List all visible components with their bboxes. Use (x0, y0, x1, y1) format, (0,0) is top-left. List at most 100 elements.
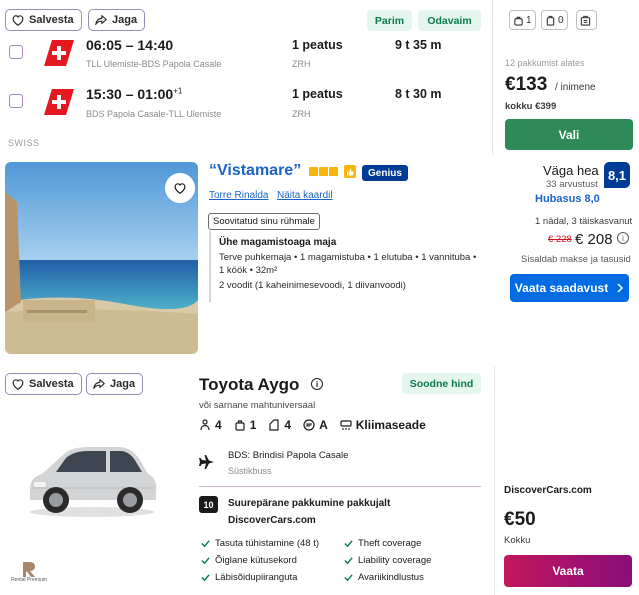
car-category: või sarnane mahtuniversaal (199, 400, 316, 411)
supplier-logo: Rental Premium (5, 561, 53, 591)
flight-price: €133 (505, 74, 548, 95)
feature-item: Tasuta tühistamine (48 t) (201, 538, 319, 549)
spec-seats: 4 (199, 418, 222, 432)
checked-bag-icon (580, 15, 591, 26)
check-icon (201, 574, 210, 582)
feature-item: Õiglane kütusekord (201, 555, 297, 566)
price-per-person: / inimene (555, 82, 596, 93)
leg-times: 06:05 – 14:40 (86, 37, 174, 53)
check-icon (344, 557, 353, 565)
thumbs-up-icon (344, 165, 356, 178)
favorite-button[interactable] (165, 173, 195, 203)
share-button[interactable]: Jaga (86, 373, 144, 395)
share-icon (93, 379, 105, 389)
cheapest-tag: Odavaim (418, 10, 481, 31)
swiss-logo-icon (44, 40, 74, 66)
feature-item: Theft coverage (344, 538, 421, 549)
leg-checkbox[interactable] (9, 45, 23, 59)
save-button[interactable]: Salvesta (5, 9, 82, 31)
feature-item: Läbisõidupiiranguta (201, 572, 297, 583)
room-details: Ühe magamistoaga maja Terve puhkemaja • … (209, 231, 492, 302)
select-flight-button[interactable]: Vali (505, 119, 633, 150)
checked-bag-badge (576, 10, 597, 30)
car-specs: 4 1 4 A Kliimaseade (199, 418, 426, 432)
info-icon[interactable]: i (617, 232, 629, 244)
feature-item: Avariikindlustus (344, 572, 424, 583)
view-deal-button[interactable]: Vaata (504, 555, 632, 587)
room-title: Ühe magamistoaga maja (219, 237, 337, 248)
personal-bag-badge: 1 (509, 10, 536, 30)
car-price: €50 (504, 509, 536, 530)
supplier-name: DiscoverCars.com (228, 515, 316, 526)
share-label: Jaga (110, 378, 136, 390)
supplier-rating-text: Suurepärane pakkumine pakkujalt (228, 498, 391, 509)
good-price-tag: Soodne hind (402, 373, 481, 394)
leg-route: TLL Ulemiste-BDS Papola Casale (86, 59, 222, 69)
swiss-logo-icon (44, 89, 74, 115)
hotel-result-card: “Vistamare” Genius Torre Rinalda Näita k… (0, 158, 639, 363)
leg-checkbox[interactable] (9, 94, 23, 108)
price-total: kokku €399 (505, 101, 557, 112)
spec-ac: Kliimaseade (340, 418, 426, 432)
car-image-panel: Salvesta Jaga Rental Premium (0, 366, 187, 595)
save-label: Salvesta (29, 14, 74, 26)
transmission-icon (303, 419, 315, 431)
leg-duration: 9 t 35 m (395, 38, 442, 52)
carrier-name: SWISS (8, 138, 40, 148)
leg-stops: 1 peatus (292, 87, 343, 101)
room-features: 1 köök • 32m² (219, 265, 278, 276)
share-button[interactable]: Jaga (88, 9, 146, 31)
heart-icon (12, 379, 24, 390)
stay-info: 1 nädal, 3 täiskasvanut (535, 216, 633, 227)
personal-bag-icon (514, 16, 523, 26)
star-icon (309, 167, 318, 176)
heart-icon (12, 15, 24, 26)
supplier-score: 10 (199, 496, 218, 513)
current-price: € 208 (575, 231, 613, 248)
pickup-location: BDS: Brindisi Papola Casale (228, 450, 349, 461)
show-on-map-link[interactable]: Näita kaardil (277, 190, 333, 201)
see-availability-button[interactable]: Vaata saadavust (510, 274, 629, 302)
flight-price-panel: 1 0 12 pakkumist alates €133 / inimene k… (492, 0, 639, 155)
leg-via: ZRH (292, 59, 311, 69)
car-image (29, 447, 157, 517)
review-count: 33 arvustust (546, 179, 598, 190)
car-price-label: Kokku (504, 535, 531, 546)
flight-result-card: Salvesta Jaga Parim Odavaim 06:05 – 14:4… (0, 0, 639, 155)
share-label: Jaga (112, 14, 138, 26)
save-button[interactable]: Salvesta (5, 373, 82, 395)
leg-route: BDS Papola Casale-TLL Ulemiste (86, 109, 222, 119)
seats-icon (200, 419, 210, 431)
spec-doors: 4 (268, 418, 291, 432)
spec-transmission: A (303, 418, 328, 432)
genius-badge: Genius (362, 165, 408, 181)
pickup-type: Süstikbuss (228, 466, 272, 476)
leg-times: 15:30 – 01:00+1 (86, 86, 183, 102)
original-price: € 228 (548, 234, 572, 245)
chevron-right-icon (617, 283, 624, 293)
info-icon[interactable]: i (311, 378, 323, 390)
star-icon (319, 167, 328, 176)
carry-on-icon (546, 15, 555, 26)
taxes-note: Sisaldab makse ja tasusid (521, 254, 631, 265)
leg-stops: 1 peatus (292, 38, 343, 52)
check-icon (344, 574, 353, 582)
leg-duration: 8 t 30 m (395, 87, 442, 101)
heart-icon (174, 183, 186, 194)
best-tag: Parim (367, 10, 412, 31)
recommended-badge: Soovitatud sinu rühmale (208, 213, 320, 230)
provider-name: DiscoverCars.com (504, 485, 592, 496)
hotel-name-link[interactable]: “Vistamare” (209, 162, 301, 180)
rating-word: Väga hea (543, 163, 599, 178)
comfort-score: Hubasus 8,0 (535, 193, 600, 205)
check-icon (201, 557, 210, 565)
share-icon (95, 15, 107, 25)
check-icon (201, 540, 210, 548)
room-features: Terve puhkemaja • 1 magamistuba • 1 elut… (219, 252, 477, 263)
review-score: 8,1 (604, 162, 630, 188)
location-link[interactable]: Torre Rinalda (209, 190, 268, 201)
star-rating (309, 167, 338, 176)
ac-icon (340, 420, 352, 430)
hotel-photo[interactable] (5, 162, 198, 354)
divider (199, 486, 481, 487)
